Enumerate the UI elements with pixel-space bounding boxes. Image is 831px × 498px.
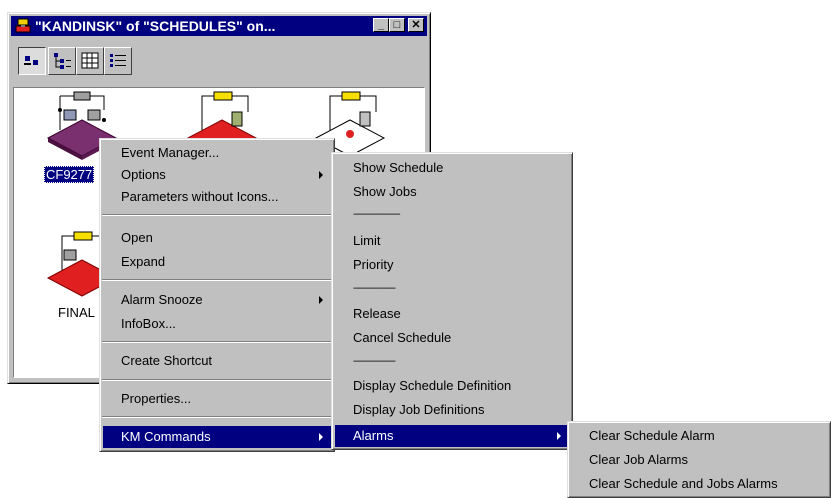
menu-item-limit[interactable]: Limit — [335, 230, 569, 252]
app-icon — [15, 18, 31, 33]
menu-item-cancel-schedule[interactable]: Cancel Schedule — [335, 327, 569, 349]
menu-item-event-manager[interactable]: Event Manager... — [103, 142, 331, 164]
menu-item-label: Alarms — [353, 428, 394, 443]
menu-item-show-jobs[interactable]: Show Jobs — [335, 181, 569, 203]
menu-item-alarm-snooze[interactable]: Alarm Snooze — [103, 289, 331, 311]
menu-item-release[interactable]: Release — [335, 303, 569, 325]
menu-item-km-commands[interactable]: KM Commands — [103, 426, 331, 448]
maximize-icon: □ — [393, 19, 401, 31]
object-label[interactable]: FINAL — [58, 305, 95, 320]
menu-item-clear-job-alarms[interactable]: Clear Job Alarms — [571, 449, 827, 471]
menu-dashed-separator: ------------------ — [353, 283, 396, 294]
km-commands-submenu: Show Schedule Show Jobs ----------------… — [331, 152, 573, 450]
alarms-submenu: Clear Schedule Alarm Clear Job Alarms Cl… — [567, 421, 831, 498]
menu-item-clear-schedule-and-jobs-alarms[interactable]: Clear Schedule and Jobs Alarms — [571, 473, 827, 495]
grid-view-icon — [81, 52, 99, 69]
menu-separator — [102, 416, 332, 418]
tree-view-icon — [54, 53, 71, 69]
window-title: "KANDINSK" of "SCHEDULES" on... — [35, 18, 276, 34]
submenu-arrow-icon — [319, 296, 323, 304]
details-view-button[interactable] — [104, 47, 132, 75]
menu-item-create-shortcut[interactable]: Create Shortcut — [103, 350, 331, 372]
menu-item-priority[interactable]: Priority — [335, 254, 569, 276]
menu-item-expand[interactable]: Expand — [103, 251, 331, 273]
menu-item-display-schedule-definition[interactable]: Display Schedule Definition — [335, 375, 569, 397]
large-icons-view-button[interactable] — [18, 47, 46, 75]
menu-item-infobox[interactable]: InfoBox... — [103, 313, 331, 335]
menu-item-properties[interactable]: Properties... — [103, 388, 331, 410]
maximize-button[interactable]: □ — [389, 18, 405, 32]
menu-item-label: KM Commands — [121, 429, 211, 444]
large-icons-view-icon — [24, 56, 38, 65]
menu-separator — [102, 214, 332, 216]
submenu-arrow-icon — [557, 432, 561, 440]
menu-dashed-separator: ------------------ — [353, 356, 396, 367]
close-button[interactable]: ✕ — [408, 18, 424, 32]
grid-view-button[interactable] — [76, 47, 104, 75]
tree-view-button[interactable] — [48, 47, 76, 75]
context-menu: Event Manager... Options Parameters with… — [99, 138, 335, 452]
menu-item-label: Options — [121, 167, 166, 182]
menu-dashed-separator: -------------------- — [353, 209, 401, 220]
menu-item-options[interactable]: Options — [103, 164, 331, 186]
menu-item-alarms[interactable]: Alarms — [335, 425, 569, 447]
menu-item-display-job-definitions[interactable]: Display Job Definitions — [335, 399, 569, 421]
menu-item-parameters-without-icons[interactable]: Parameters without Icons... — [103, 186, 331, 208]
submenu-arrow-icon — [319, 433, 323, 441]
menu-item-clear-schedule-alarm[interactable]: Clear Schedule Alarm — [571, 425, 827, 447]
menu-item-open[interactable]: Open — [103, 227, 331, 249]
title-bar[interactable]: "KANDINSK" of "SCHEDULES" on... _ □ ✕ — [11, 16, 427, 36]
object-label[interactable]: CF9277 — [44, 166, 95, 183]
menu-separator — [102, 379, 332, 381]
menu-separator — [102, 279, 332, 281]
menu-item-label: Alarm Snooze — [121, 292, 203, 307]
minimize-button[interactable]: _ — [373, 18, 389, 32]
menu-separator — [102, 341, 332, 343]
menu-item-show-schedule[interactable]: Show Schedule — [335, 157, 569, 179]
minimize-icon: _ — [377, 19, 385, 31]
submenu-arrow-icon — [319, 171, 323, 179]
close-icon: ✕ — [411, 19, 421, 31]
details-view-icon — [110, 54, 126, 67]
